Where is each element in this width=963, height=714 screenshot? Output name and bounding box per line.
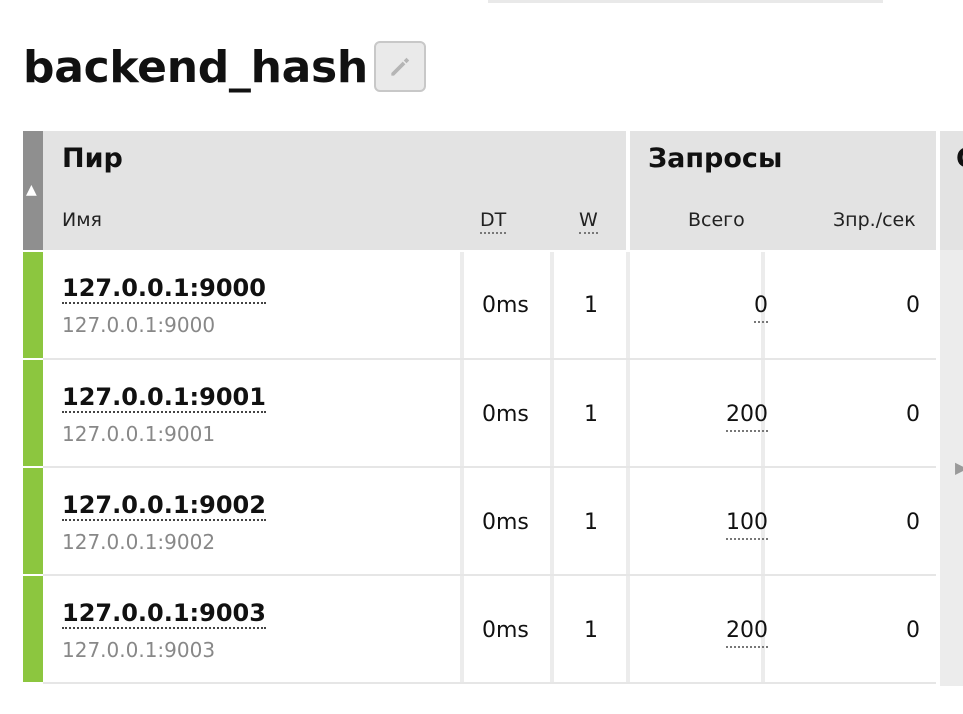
status-indicator	[23, 576, 43, 682]
sort-toggle[interactable]: ▲	[23, 131, 43, 250]
requests-group-label: Запросы	[648, 143, 783, 174]
weight-value: 1	[584, 510, 598, 535]
row-divider	[43, 574, 936, 576]
header-separator	[936, 131, 940, 250]
header-separator	[626, 131, 630, 250]
dt-value: 0ms	[482, 402, 529, 427]
next-group-label: С	[956, 143, 963, 174]
total-requests-value[interactable]: 200	[726, 617, 768, 648]
column-total[interactable]: Всего	[688, 209, 745, 231]
column-rps[interactable]: Зпр./сек	[833, 209, 916, 231]
row-divider	[43, 358, 936, 360]
total-requests-value[interactable]: 200	[726, 401, 768, 432]
peer-name-link[interactable]: 127.0.0.1:9002	[62, 491, 266, 521]
peer-group-label: Пир	[62, 143, 123, 174]
row-divider	[43, 682, 936, 684]
peer-address: 127.0.0.1:9002	[62, 530, 216, 554]
total-requests-value[interactable]: 100	[726, 509, 768, 540]
rps-value: 0	[906, 293, 920, 318]
cell-separator	[626, 252, 630, 358]
cell-separator	[550, 252, 554, 358]
weight-value: 1	[584, 618, 598, 643]
cell-separator	[550, 360, 554, 466]
weight-value: 1	[584, 293, 598, 318]
cell-separator	[460, 576, 464, 682]
cell-separator	[626, 360, 630, 466]
peer-address: 127.0.0.1:9000	[62, 313, 216, 337]
page-title: backend_hash	[23, 42, 368, 93]
column-name[interactable]: Имя	[62, 209, 102, 231]
dt-value: 0ms	[482, 510, 529, 535]
peer-address: 127.0.0.1:9001	[62, 422, 216, 446]
column-w[interactable]: W	[579, 209, 598, 234]
chevron-right-icon[interactable]: ▶	[955, 458, 963, 477]
title-row: backend_hash	[23, 38, 426, 98]
cell-separator	[460, 252, 464, 358]
peer-name-link[interactable]: 127.0.0.1:9003	[62, 599, 266, 629]
cell-separator	[550, 468, 554, 574]
column-dt[interactable]: DT	[480, 209, 507, 234]
pencil-icon	[391, 57, 410, 76]
top-divider	[488, 0, 883, 3]
rps-value: 0	[906, 402, 920, 427]
row-divider	[43, 466, 936, 468]
peer-group-header	[43, 131, 626, 250]
edit-button[interactable]	[374, 41, 426, 92]
total-requests-value[interactable]: 0	[754, 292, 768, 323]
rps-value: 0	[906, 618, 920, 643]
cell-separator	[460, 468, 464, 574]
cell-separator	[626, 576, 630, 682]
peer-name-link[interactable]: 127.0.0.1:9001	[62, 383, 266, 413]
status-indicator	[23, 360, 43, 466]
cell-separator	[460, 360, 464, 466]
peer-name-link[interactable]: 127.0.0.1:9000	[62, 274, 266, 304]
weight-value: 1	[584, 402, 598, 427]
sort-up-arrow-icon: ▲	[26, 182, 37, 198]
cell-separator	[550, 576, 554, 682]
status-indicator	[23, 252, 43, 358]
dt-value: 0ms	[482, 618, 529, 643]
cell-separator	[626, 468, 630, 574]
upstream-table: ▲ Пир Запросы С Имя DT W Всего Зпр./сек …	[23, 131, 963, 686]
dt-value: 0ms	[482, 293, 529, 318]
rps-value: 0	[906, 510, 920, 535]
peer-address: 127.0.0.1:9003	[62, 638, 216, 662]
status-indicator	[23, 468, 43, 574]
